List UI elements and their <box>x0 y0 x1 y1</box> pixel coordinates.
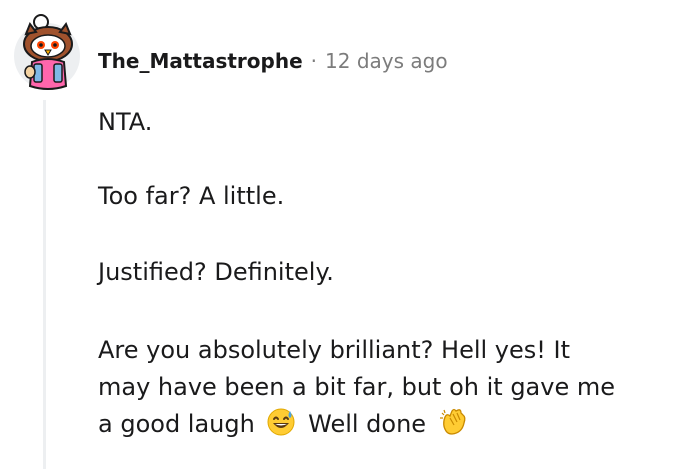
comment-paragraph: NTA. <box>98 108 153 136</box>
comment-timestamp[interactable]: 12 days ago <box>325 49 448 73</box>
comment-line: Are you absolutely brilliant? Hell yes! … <box>98 336 571 364</box>
clapping-hands-emoji <box>439 408 466 435</box>
comment-paragraph: Are you absolutely brilliant? Hell yes! … <box>98 332 615 443</box>
username-link[interactable]: The_Mattastrophe <box>98 49 303 73</box>
comment-meta: The_Mattastrophe · 12 days ago <box>98 46 448 76</box>
snoo-owl-avatar-icon <box>14 14 80 90</box>
comment-line: may have been a bit far, but oh it gave … <box>98 373 615 401</box>
comment-line: a good laugh Well done <box>98 406 615 443</box>
comment: The_Mattastrophe · 12 days ago NTA. Too … <box>0 0 700 469</box>
user-avatar[interactable] <box>12 12 82 92</box>
comment-text: a good laugh <box>98 410 255 438</box>
meta-separator: · <box>310 49 318 73</box>
comment-text: Well done <box>308 410 427 438</box>
comment-paragraph: Too far? A little. <box>98 182 285 210</box>
thread-collapse-line[interactable] <box>43 100 46 469</box>
grinning-face-with-sweat-emoji <box>267 408 295 436</box>
comment-paragraph: Justified? Definitely. <box>98 258 334 286</box>
